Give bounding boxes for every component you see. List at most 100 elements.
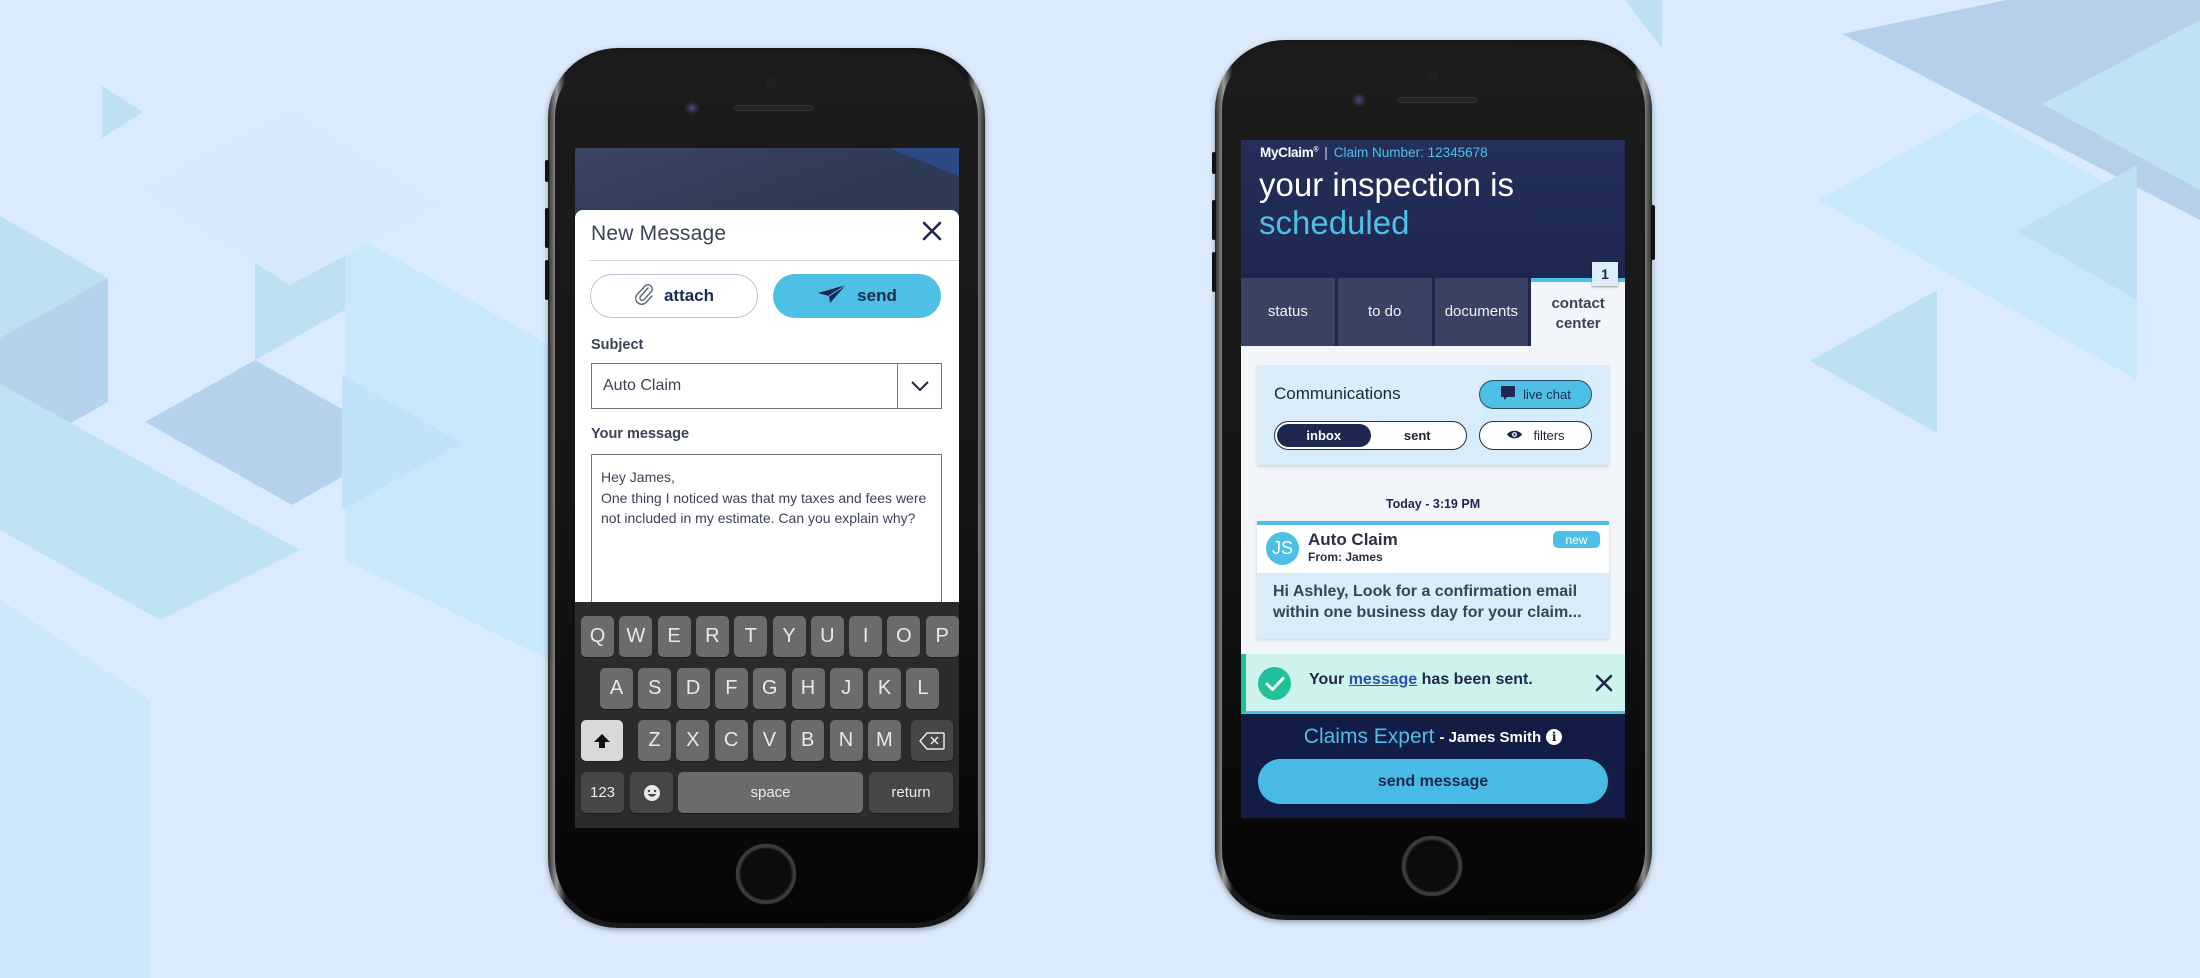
key-t[interactable]: T — [734, 616, 768, 657]
volume-down-button — [1212, 252, 1216, 292]
key-c[interactable]: C — [714, 720, 748, 761]
message-label: Your message — [591, 426, 690, 442]
close-icon[interactable] — [1593, 672, 1615, 694]
key-s[interactable]: S — [638, 668, 672, 709]
message-preview: Hi Ashley, Look for a confirmation email… — [1257, 573, 1609, 639]
status-headline: your inspection is scheduled — [1259, 166, 1514, 242]
send-message-button[interactable]: send message — [1258, 759, 1608, 804]
key-z[interactable]: Z — [638, 720, 671, 761]
headline-line-2: scheduled — [1259, 204, 1410, 241]
key-o[interactable]: O — [887, 616, 921, 657]
paperclip-icon — [634, 283, 654, 310]
key-y[interactable]: Y — [772, 616, 806, 657]
paper-plane-icon — [817, 283, 847, 310]
front-camera-icon — [685, 101, 699, 115]
toast-message: Your message has been sent. — [1309, 671, 1533, 688]
message-link[interactable]: message — [1349, 671, 1418, 688]
tab-documents[interactable]: documents — [1434, 278, 1529, 346]
app-header-backdrop — [575, 148, 959, 208]
headline-line-1: your inspection is — [1259, 166, 1514, 203]
message-date: Today - 3:19 PM — [1385, 497, 1481, 511]
tab-status[interactable]: status — [1241, 278, 1335, 346]
inbox-sent-toggle: inbox sent — [1274, 421, 1467, 450]
modal-title: New Message — [591, 222, 727, 245]
backspace-key[interactable] — [911, 720, 953, 761]
claim-header: MyClaim® | Claim Number: 12345678 your i… — [1241, 140, 1625, 278]
key-w[interactable]: W — [619, 616, 653, 657]
info-icon[interactable]: i — [1546, 729, 1563, 745]
key-v[interactable]: V — [752, 720, 786, 761]
inbox-tab[interactable]: inbox — [1277, 424, 1371, 447]
shift-key[interactable] — [581, 720, 623, 761]
left-phone-screen: New Message attach send Subject Auto Cla… — [575, 148, 959, 828]
key-p[interactable]: P — [925, 616, 959, 657]
home-button[interactable] — [1402, 836, 1462, 896]
key-h[interactable]: H — [791, 668, 825, 709]
new-message-modal: New Message attach send Subject Auto Cla… — [575, 210, 959, 654]
live-chat-button[interactable]: live chat — [1479, 380, 1592, 409]
key-u[interactable]: U — [810, 616, 844, 657]
key-m[interactable]: M — [867, 720, 901, 761]
claim-tabs: status to do documents contact center — [1241, 278, 1625, 346]
key-x[interactable]: X — [676, 720, 710, 761]
space-key[interactable]: space — [678, 772, 863, 813]
numbers-key[interactable]: 123 — [581, 772, 624, 813]
brand-separator: | — [1324, 145, 1328, 160]
key-r[interactable]: R — [695, 616, 729, 657]
divider — [589, 260, 959, 261]
attach-button[interactable]: attach — [590, 274, 758, 318]
mute-switch — [545, 160, 549, 182]
check-circle-icon — [1258, 667, 1291, 700]
return-key[interactable]: return — [869, 772, 953, 813]
mute-switch — [1212, 152, 1216, 174]
volume-up-button — [1212, 200, 1216, 240]
subject-value: Auto Claim — [603, 377, 682, 394]
key-j[interactable]: J — [829, 668, 863, 709]
communications-title: Communications — [1274, 384, 1401, 403]
earpiece-speaker — [734, 105, 814, 111]
key-f[interactable]: F — [714, 668, 748, 709]
volume-down-button — [545, 260, 549, 300]
close-icon[interactable] — [919, 218, 945, 244]
key-b[interactable]: B — [791, 720, 825, 761]
sent-tab[interactable]: sent — [1371, 424, 1465, 447]
key-q[interactable]: Q — [581, 616, 614, 657]
key-k[interactable]: K — [868, 668, 902, 709]
send-button[interactable]: send — [773, 274, 941, 318]
tab-to-do[interactable]: to do — [1337, 278, 1432, 346]
key-g[interactable]: G — [753, 668, 787, 709]
tab-contact-center[interactable]: contact center — [1531, 278, 1625, 346]
power-button — [1651, 205, 1655, 260]
key-a[interactable]: A — [600, 668, 633, 709]
volume-up-button — [545, 208, 549, 248]
message-list-item[interactable]: JS Auto Claim From: James new Hi Ashley,… — [1257, 521, 1609, 639]
chat-bubble-icon — [1500, 385, 1516, 404]
backspace-icon — [919, 731, 945, 750]
claims-expert-title: Claims Expert — [1303, 725, 1435, 748]
send-label: send — [857, 286, 897, 305]
message-subject: Auto Claim — [1308, 530, 1398, 549]
earpiece-speaker — [1397, 97, 1477, 103]
brand-line: MyClaim® | Claim Number: 12345678 — [1260, 145, 1488, 160]
key-n[interactable]: N — [829, 720, 863, 761]
key-i[interactable]: I — [849, 616, 883, 657]
new-badge: new — [1553, 531, 1600, 548]
attach-label: attach — [663, 286, 715, 305]
filters-button[interactable]: filters — [1479, 421, 1592, 450]
live-chat-label: live chat — [1523, 387, 1571, 402]
claims-expert-name: - James Smith — [1439, 728, 1542, 746]
emoji-icon — [643, 784, 660, 801]
key-e[interactable]: E — [657, 616, 691, 657]
emoji-key[interactable] — [630, 772, 673, 813]
home-button[interactable] — [736, 844, 796, 904]
key-l[interactable]: L — [906, 668, 940, 709]
chevron-down-icon[interactable] — [897, 364, 941, 408]
shift-arrow-icon — [594, 733, 610, 748]
subject-select[interactable]: Auto Claim — [591, 363, 942, 409]
claims-expert-line: Claims Expert - James Smith i — [1241, 725, 1625, 749]
notification-badge: 1 — [1592, 262, 1618, 286]
key-d[interactable]: D — [676, 668, 710, 709]
onscreen-keyboard: Q W E R T Y U I O P A S D F G H J K L Z X C V B N M 123 space return — [575, 602, 959, 828]
brand-logo: MyClaim® — [1260, 145, 1319, 160]
subject-label: Subject — [591, 337, 644, 353]
